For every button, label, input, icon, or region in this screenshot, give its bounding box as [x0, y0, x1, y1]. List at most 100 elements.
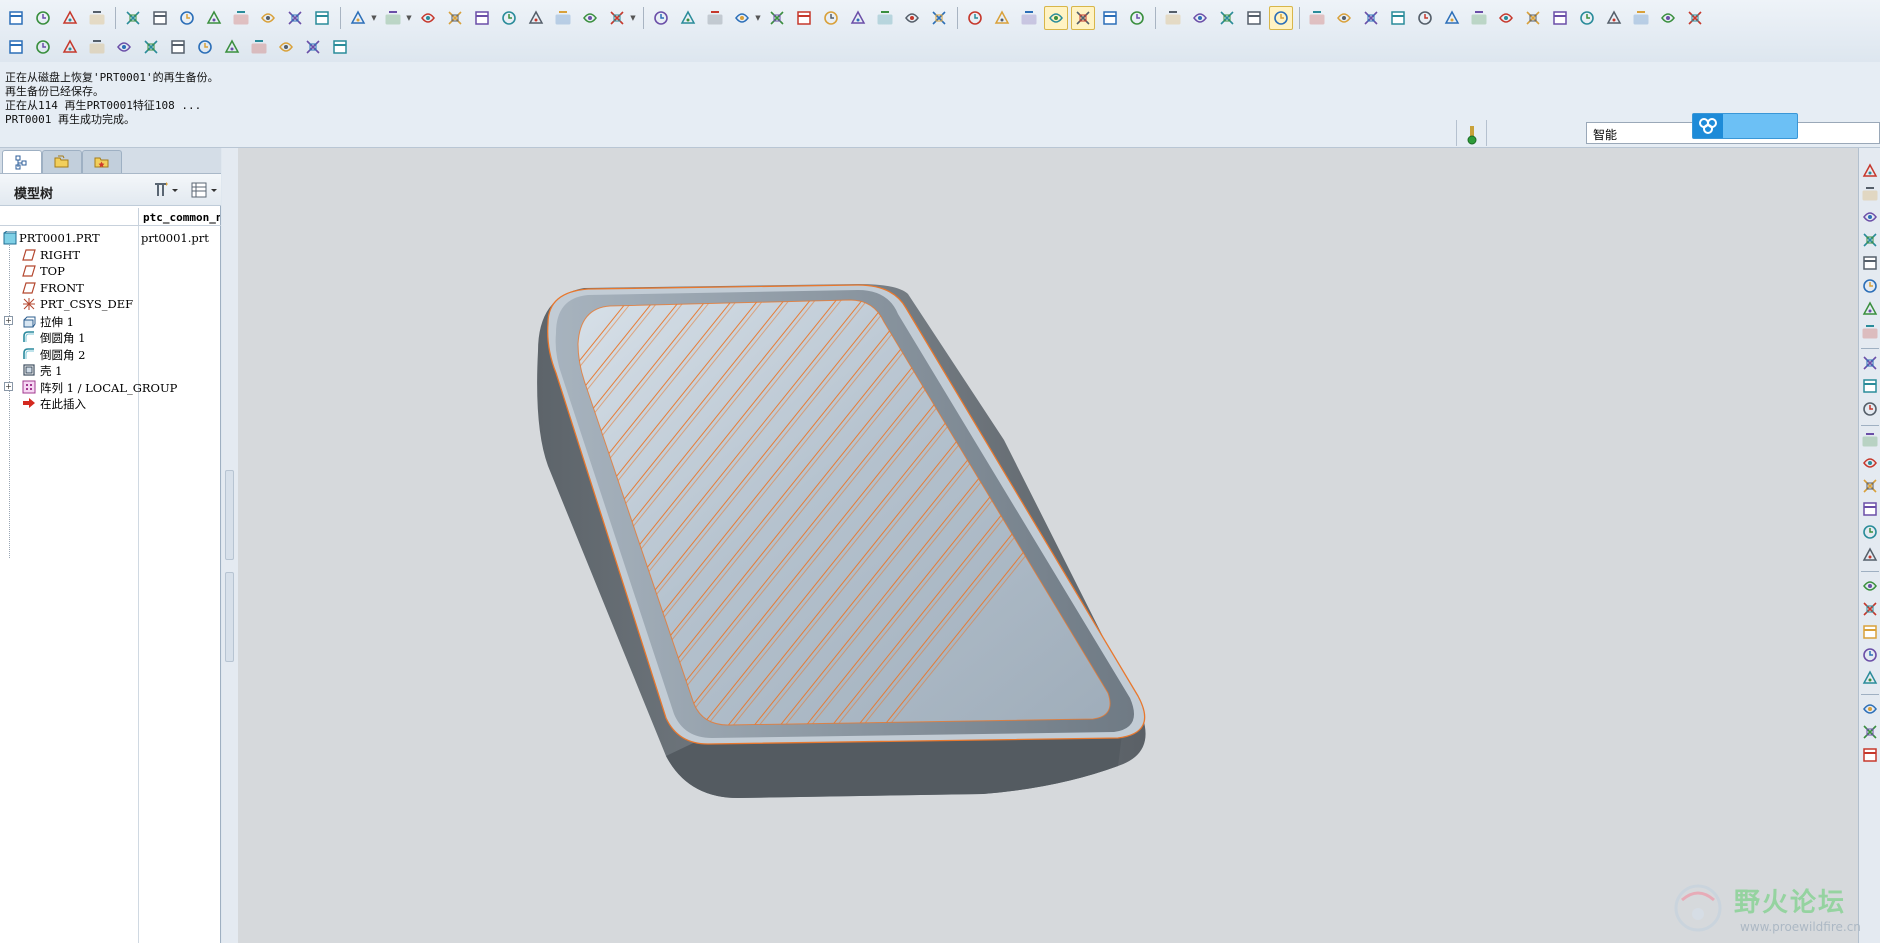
hole-tool-icon[interactable] [1861, 354, 1879, 372]
tree-item[interactable]: 壳 1 [0, 362, 221, 378]
new-window-icon[interactable] [31, 6, 55, 30]
regenerate-icon[interactable] [524, 6, 548, 30]
revolve-tool-icon[interactable] [1861, 454, 1879, 472]
tree-columns-button[interactable] [190, 180, 220, 200]
deviation-icon[interactable] [1629, 6, 1653, 30]
view-manager-icon[interactable] [927, 6, 951, 30]
orient-icon[interactable] [703, 6, 727, 30]
chamfer-tool-icon[interactable] [1861, 523, 1879, 541]
tree-item[interactable]: TOP [0, 263, 221, 279]
regen-manager-icon[interactable] [551, 6, 575, 30]
dropdown-arrow-icon[interactable]: ▼ [754, 6, 762, 30]
analysis-mass-icon[interactable] [1332, 6, 1356, 30]
zoom-out-icon[interactable] [792, 6, 816, 30]
tree-item[interactable]: RIGHT [0, 247, 221, 263]
redo-icon[interactable] [381, 6, 405, 30]
curve-tool-icon[interactable] [1861, 231, 1879, 249]
dropdown-arrow-icon[interactable]: ▼ [629, 6, 637, 30]
relations-icon[interactable] [1413, 6, 1437, 30]
tree-item[interactable]: + 阵列 1 / LOCAL_GROUP [0, 379, 221, 395]
tree-settings-button[interactable] [152, 180, 180, 200]
annotation-display-icon[interactable] [1269, 6, 1293, 30]
folder-browser-tab[interactable] [42, 150, 82, 173]
align-icon[interactable] [112, 35, 136, 59]
publish-icon[interactable] [328, 35, 352, 59]
regen-status-light-icon[interactable] [1466, 124, 1478, 146]
table-icon[interactable] [1386, 6, 1410, 30]
graph-icon[interactable] [1521, 6, 1545, 30]
sketch-hide-icon[interactable] [1656, 6, 1680, 30]
pencil-icon[interactable] [85, 35, 109, 59]
appearance-icon[interactable] [730, 6, 754, 30]
grid-icon[interactable] [193, 35, 217, 59]
slider-icon[interactable] [1098, 6, 1122, 30]
trim-tool-icon[interactable] [1861, 646, 1879, 664]
solidify-tool-icon[interactable] [1861, 723, 1879, 741]
dim-tool2-icon[interactable] [58, 35, 82, 59]
pattern-tool-icon[interactable] [1861, 746, 1879, 764]
copy-tool-icon[interactable] [1861, 577, 1879, 595]
select-box-icon[interactable] [605, 6, 629, 30]
save-icon[interactable] [202, 6, 226, 30]
panel-splitter[interactable] [222, 148, 238, 943]
cut-icon[interactable] [416, 6, 440, 30]
reorient-icon[interactable] [846, 6, 870, 30]
paste-special-icon[interactable] [497, 6, 521, 30]
floating-widget[interactable] [1692, 113, 1798, 139]
parameters-icon[interactable] [1440, 6, 1464, 30]
tree-item[interactable]: 倒圆角 1 [0, 329, 221, 345]
splitter-grip[interactable] [225, 572, 234, 662]
family-table-icon[interactable] [220, 35, 244, 59]
datum-point-display-icon[interactable] [1215, 6, 1239, 30]
layers-icon[interactable] [900, 6, 924, 30]
expand-toggle-icon[interactable]: + [4, 381, 13, 391]
align2-icon[interactable] [139, 35, 163, 59]
merge-tool-icon[interactable] [1861, 623, 1879, 641]
model-tree-tab[interactable] [2, 150, 42, 173]
draft-tool-icon[interactable] [1861, 546, 1879, 564]
open-file-icon[interactable] [175, 6, 199, 30]
visibility-icon[interactable] [1683, 6, 1707, 30]
sketch-tool-icon[interactable] [1861, 323, 1879, 341]
datum-plane-tool-icon[interactable] [1861, 162, 1879, 180]
new-file-icon[interactable] [148, 6, 172, 30]
sweep-tool-icon[interactable] [1861, 477, 1879, 495]
tree-item[interactable]: 倒圆角 2 [0, 346, 221, 362]
print-icon[interactable] [256, 6, 280, 30]
window-icon[interactable] [4, 6, 28, 30]
render-icon[interactable] [1125, 6, 1149, 30]
point2-tool-icon[interactable] [1861, 277, 1879, 295]
tolerance-icon[interactable] [1071, 6, 1095, 30]
csys-tool-icon[interactable] [1861, 300, 1879, 318]
datum-plane2-tool-icon[interactable] [1861, 185, 1879, 203]
copy-icon[interactable] [443, 6, 467, 30]
spin-center-icon[interactable] [676, 6, 700, 30]
dropdown-arrow-icon[interactable]: ▼ [405, 6, 413, 30]
tree-icon[interactable] [247, 35, 271, 59]
reflection-icon[interactable] [1602, 6, 1626, 30]
mirror-tool-icon[interactable] [1861, 600, 1879, 618]
close-window-icon[interactable] [58, 6, 82, 30]
point-tool-icon[interactable] [1861, 254, 1879, 272]
graphics-window[interactable] [238, 148, 1858, 943]
refit-icon[interactable] [819, 6, 843, 30]
undo-icon[interactable] [346, 6, 370, 30]
folder-open-icon[interactable] [274, 35, 298, 59]
tree-item[interactable]: PRT0001.PRT prt0001.prt [0, 230, 221, 246]
no-hidden-icon[interactable] [1017, 6, 1041, 30]
edit-icon[interactable] [85, 6, 109, 30]
datum-axis-tool-icon[interactable] [1861, 208, 1879, 226]
datum-plane-display-icon[interactable] [1161, 6, 1185, 30]
color-wheel-icon[interactable] [1548, 6, 1572, 30]
email-icon[interactable] [310, 6, 334, 30]
dim-tool-icon[interactable] [31, 35, 55, 59]
rib-tool-icon[interactable] [1861, 400, 1879, 418]
surface-analysis-icon[interactable] [1494, 6, 1518, 30]
extrude-tool-icon[interactable] [1861, 431, 1879, 449]
drawing-icon[interactable] [301, 35, 325, 59]
expand-toggle-icon[interactable]: + [4, 315, 13, 325]
tree-item[interactable]: + 拉伸 1 [0, 313, 221, 329]
print-preview-icon[interactable] [283, 6, 307, 30]
hidden-line-icon[interactable] [990, 6, 1014, 30]
3d-model-view[interactable] [238, 148, 1858, 943]
